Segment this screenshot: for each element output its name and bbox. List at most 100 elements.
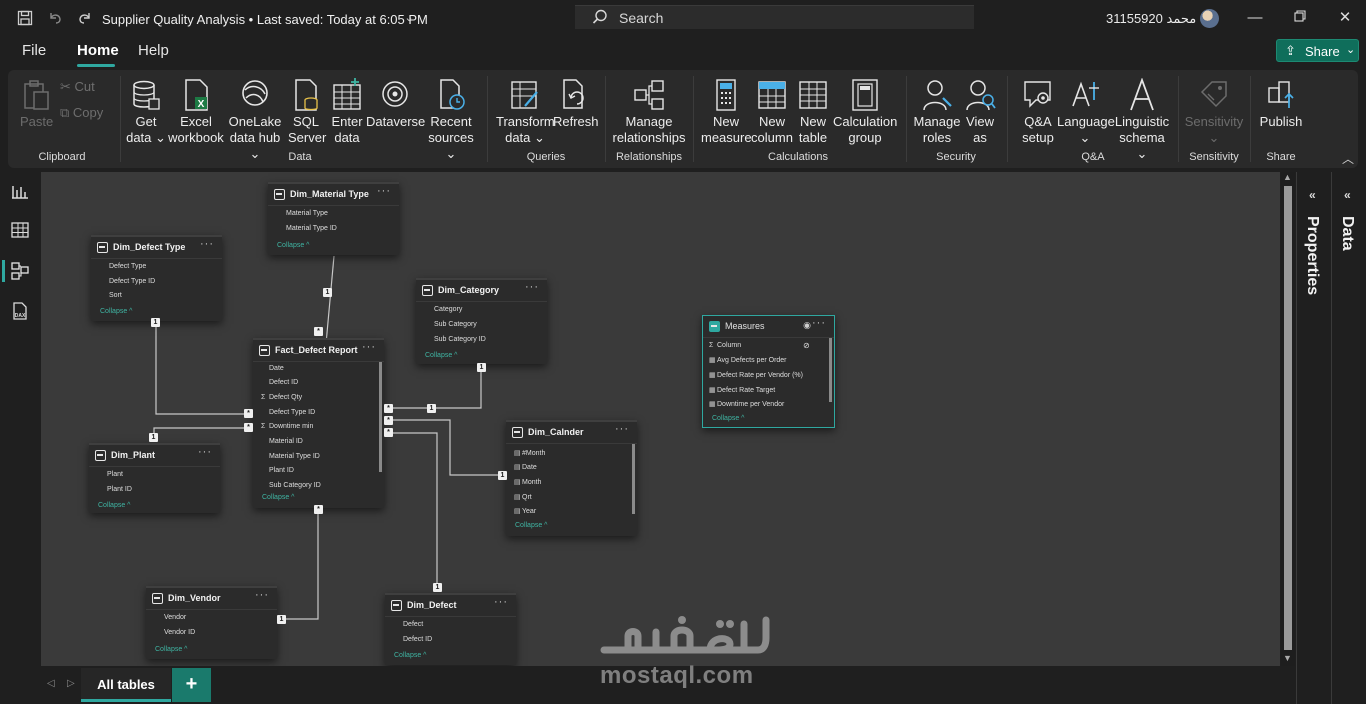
table-card-plant[interactable]: Dim_Plant ··· Plant Plant ID Collapse ^ <box>89 443 220 513</box>
chevron-left-icon[interactable]: « <box>1344 188 1351 202</box>
field-item[interactable]: Date <box>261 365 284 372</box>
dax-query-view-icon[interactable]: DAX <box>10 301 30 321</box>
collapse-link[interactable]: Collapse ^ <box>277 242 309 249</box>
more-options-icon[interactable]: ··· <box>615 423 629 435</box>
collapse-link[interactable]: Collapse ^ <box>100 308 132 315</box>
table-card-vendor[interactable]: Dim_Vendor ··· Vendor Vendor ID Collapse… <box>146 586 277 659</box>
manage-relationships-button[interactable]: Manage relationships <box>612 78 686 146</box>
model-canvas[interactable]: Dim_Material Type ··· Material Type Mate… <box>41 172 1280 666</box>
add-layout-button[interactable]: + <box>172 668 211 702</box>
field-item[interactable]: ▦Defect Rate Target <box>709 386 775 394</box>
menu-file[interactable]: File <box>22 42 46 59</box>
chevron-right-icon[interactable]: ▷ <box>67 678 75 689</box>
field-item[interactable]: Material Type <box>286 210 328 217</box>
table-card-header[interactable]: Fact_Defect Report ··· <box>253 340 384 362</box>
field-item[interactable]: Sub Category <box>434 321 477 328</box>
new-table-button[interactable]: New table <box>796 78 830 146</box>
share-button[interactable]: ⇪ Share ⌄ <box>1276 39 1359 62</box>
pane-title-properties[interactable]: Properties <box>1303 216 1321 295</box>
table-card-calendar[interactable]: Dim_Calnder ··· ▤#Month ▤Date ▤Month ▤Qr… <box>506 420 637 536</box>
table-card-material-type[interactable]: Dim_Material Type ··· Material Type Mate… <box>268 182 399 255</box>
field-item[interactable]: Defect Type <box>109 263 146 270</box>
save-icon[interactable] <box>16 10 34 28</box>
collapse-link[interactable]: Collapse ^ <box>98 502 130 509</box>
chevron-left-icon[interactable]: « <box>1309 188 1316 202</box>
field-item[interactable]: Σ Column <box>709 342 741 349</box>
sensitivity-button[interactable]: Sensitivity ⌄ <box>1184 78 1244 146</box>
canvas-vertical-scrollbar[interactable]: ▲ ▼ <box>1281 172 1295 666</box>
chevron-left-icon[interactable]: ◁ <box>47 678 55 689</box>
scroll-up-icon[interactable]: ▲ <box>1283 172 1292 182</box>
more-options-icon[interactable]: ··· <box>362 341 376 353</box>
calculation-group-button[interactable]: Calculation group <box>833 78 897 146</box>
field-item[interactable]: Defect ID <box>261 379 298 386</box>
menu-help[interactable]: Help <box>138 42 169 59</box>
document-title[interactable]: Supplier Quality Analysis • Last saved: … <box>102 12 428 27</box>
field-item[interactable]: Plant <box>107 471 123 478</box>
field-item[interactable]: Sub Category ID <box>434 336 486 343</box>
table-card-header[interactable]: Measures ◉ ··· <box>703 316 834 338</box>
field-item[interactable]: Σ Downtime min <box>261 423 313 430</box>
view-as-button[interactable]: View as <box>963 78 997 146</box>
field-item[interactable]: ▦Avg Defects per Order <box>709 356 787 364</box>
more-options-icon[interactable]: ··· <box>377 185 391 197</box>
cut-button[interactable]: ✂ Cut <box>60 79 95 95</box>
collapse-link[interactable]: Collapse ^ <box>394 652 426 659</box>
dataverse-button[interactable]: Dataverse <box>366 78 425 130</box>
table-card-header[interactable]: Dim_Material Type ··· <box>268 184 399 206</box>
field-item[interactable]: Defect ID <box>403 636 432 643</box>
card-scrollbar[interactable] <box>379 362 382 472</box>
collapse-ribbon-icon[interactable]: ︿ <box>1342 150 1354 167</box>
table-card-header[interactable]: Dim_Vendor ··· <box>146 588 277 610</box>
table-card-header[interactable]: Dim_Plant ··· <box>89 445 220 467</box>
report-view-icon[interactable] <box>10 181 30 201</box>
field-item[interactable]: ▤Qrt <box>514 493 532 501</box>
field-item[interactable]: ▤Year <box>514 507 536 515</box>
table-card-measures[interactable]: Measures ◉ ··· Σ Column ⊘ ▦Avg Defects pe… <box>702 315 835 428</box>
collapse-link[interactable]: Collapse ^ <box>155 646 187 653</box>
close-icon[interactable]: ✕ <box>1334 8 1356 28</box>
table-card-defect-type[interactable]: Dim_Defect Type ··· Defect Type Defect T… <box>91 235 222 321</box>
field-item[interactable]: ▤#Month <box>514 449 545 457</box>
collapse-link[interactable]: Collapse ^ <box>425 352 457 359</box>
table-card-defect[interactable]: Dim_Defect ··· Defect Defect ID Collapse… <box>385 593 516 665</box>
menu-home[interactable]: Home <box>77 42 119 59</box>
field-item[interactable]: Defect <box>403 621 423 628</box>
collapse-link[interactable]: Collapse ^ <box>515 522 547 529</box>
language-button[interactable]: Language ⌄ <box>1057 78 1115 146</box>
table-card-header[interactable]: Dim_Calnder ··· <box>506 422 637 444</box>
paste-button[interactable]: Paste <box>20 78 53 130</box>
recent-sources-button[interactable]: Recent sources ⌄ <box>426 78 476 162</box>
scrollbar-thumb[interactable] <box>1284 186 1292 650</box>
card-scrollbar[interactable] <box>632 444 635 514</box>
field-item[interactable]: Plant ID <box>261 467 294 474</box>
refresh-button[interactable]: Refresh <box>553 78 599 130</box>
more-options-icon[interactable]: ··· <box>198 446 212 458</box>
field-item[interactable]: Plant ID <box>107 486 132 493</box>
more-options-icon[interactable]: ··· <box>255 589 269 601</box>
field-item[interactable]: Vendor <box>164 614 186 621</box>
field-item[interactable]: Defect Type ID <box>109 278 155 285</box>
onelake-button[interactable]: OneLake data hub ⌄ <box>226 78 284 162</box>
field-item[interactable]: ▤Date <box>514 463 537 471</box>
field-item[interactable]: Material Type ID <box>286 225 337 232</box>
table-card-header[interactable]: Dim_Defect ··· <box>385 595 516 617</box>
field-item[interactable]: Sub Category ID <box>261 482 321 489</box>
collapse-link[interactable]: Collapse ^ <box>712 415 744 422</box>
qa-setup-button[interactable]: Q&A setup <box>1018 78 1058 146</box>
field-item[interactable]: Vendor ID <box>164 629 195 636</box>
restore-icon[interactable] <box>1289 8 1311 28</box>
minimize-icon[interactable]: — <box>1244 8 1266 28</box>
avatar[interactable] <box>1200 9 1219 28</box>
chevron-down-icon[interactable]: ⌄ <box>400 9 418 27</box>
field-item[interactable]: Material Type ID <box>261 453 320 460</box>
table-card-header[interactable]: Dim_Category ··· <box>416 280 547 302</box>
linguistic-schema-button[interactable]: Linguistic schema ⌄ <box>1112 78 1172 162</box>
scroll-down-icon[interactable]: ▼ <box>1283 653 1292 663</box>
publish-button[interactable]: Publish <box>1258 78 1304 130</box>
model-view-icon[interactable] <box>10 261 30 281</box>
new-column-button[interactable]: New column <box>751 78 793 146</box>
more-options-icon[interactable]: ··· <box>494 596 508 608</box>
manage-roles-button[interactable]: Manage roles <box>912 78 962 146</box>
sql-server-button[interactable]: SQL Server <box>288 78 326 146</box>
